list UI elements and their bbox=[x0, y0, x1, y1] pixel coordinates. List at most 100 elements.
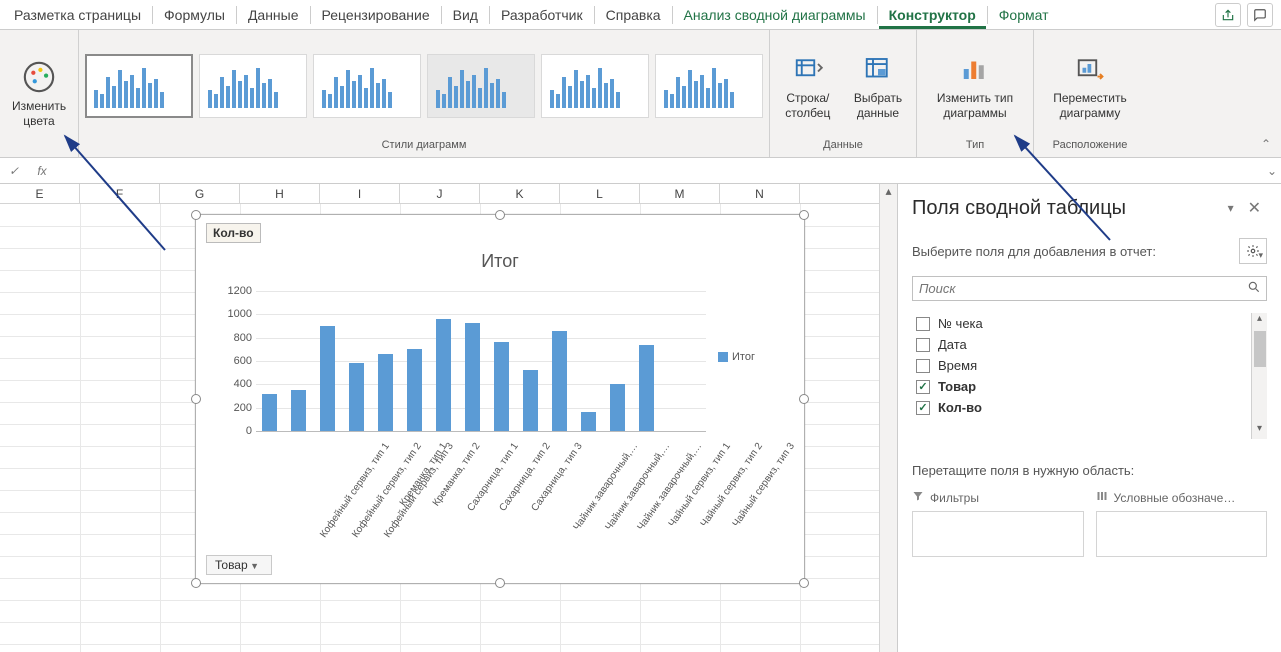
chart-style-3[interactable] bbox=[313, 54, 421, 118]
gear-icon bbox=[1246, 244, 1260, 258]
share-button[interactable] bbox=[1215, 3, 1241, 27]
bar[interactable] bbox=[378, 354, 393, 431]
scroll-down-icon[interactable]: ▾ bbox=[1257, 423, 1262, 439]
chart-style-5[interactable] bbox=[541, 54, 649, 118]
fields-search-input[interactable] bbox=[912, 276, 1267, 301]
sheet-area[interactable]: E F G H I J K L M N Кол-во Итог 1200 100… bbox=[0, 184, 879, 652]
tab-formulas[interactable]: Формулы bbox=[154, 1, 235, 29]
tab-view[interactable]: Вид bbox=[443, 1, 488, 29]
fx-label[interactable]: fx bbox=[28, 164, 56, 178]
x-axis-label: Чайный сервиз, тип 3 bbox=[730, 441, 796, 529]
col-header[interactable]: E bbox=[0, 184, 80, 203]
bar[interactable] bbox=[494, 342, 509, 431]
chart-style-1[interactable] bbox=[85, 54, 193, 118]
field-row[interactable]: Дата bbox=[912, 334, 1267, 355]
pane-close-button[interactable]: ✕ bbox=[1242, 196, 1267, 220]
chart-axis-field-button[interactable]: Товар bbox=[206, 555, 272, 575]
bar[interactable] bbox=[581, 412, 596, 431]
col-header[interactable]: F bbox=[80, 184, 160, 203]
chart-style-6[interactable] bbox=[655, 54, 763, 118]
bar[interactable] bbox=[552, 331, 567, 431]
tab-data[interactable]: Данные bbox=[238, 1, 309, 29]
change-colors-label: Изменить цвета bbox=[12, 99, 66, 128]
change-chart-type-button[interactable]: Изменить тип диаграммы bbox=[929, 47, 1021, 124]
formula-bar-expand[interactable]: ⌄ bbox=[1263, 164, 1281, 178]
col-header[interactable]: H bbox=[240, 184, 320, 203]
switch-row-column-button[interactable]: Строка/ столбец bbox=[776, 47, 840, 124]
column-headers: E F G H I J K L M N bbox=[0, 184, 879, 204]
ribbon-collapse-button[interactable]: ⌃ bbox=[1261, 137, 1271, 151]
x-axis-label: Чайный сервиз, тип 2 bbox=[698, 441, 764, 529]
pivot-chart[interactable]: Кол-во Итог 1200 1000 800 600 400 200 0 bbox=[195, 214, 805, 584]
filters-dropzone[interactable]: Фильтры bbox=[912, 490, 1084, 557]
field-row[interactable]: Кол-во bbox=[912, 397, 1267, 418]
columns-icon bbox=[1096, 490, 1108, 505]
field-row[interactable]: Товар bbox=[912, 376, 1267, 397]
chart-legend[interactable]: Итог bbox=[718, 351, 755, 363]
checkbox-icon[interactable] bbox=[916, 380, 930, 394]
col-header[interactable]: J bbox=[400, 184, 480, 203]
switch-rowcol-icon bbox=[793, 51, 823, 87]
change-colors-button[interactable]: Изменить цвета bbox=[4, 55, 74, 132]
checkbox-icon[interactable] bbox=[916, 317, 930, 331]
col-header[interactable]: I bbox=[320, 184, 400, 203]
checkbox-icon[interactable] bbox=[916, 359, 930, 373]
chart-title[interactable]: Итог bbox=[196, 251, 804, 272]
tab-page-layout[interactable]: Разметка страницы bbox=[4, 1, 151, 29]
scroll-up-icon[interactable]: ▴ bbox=[885, 184, 891, 202]
bar[interactable] bbox=[523, 370, 538, 431]
bar[interactable] bbox=[320, 326, 335, 431]
tab-analyze[interactable]: Анализ сводной диаграммы bbox=[674, 1, 876, 29]
col-header[interactable]: N bbox=[720, 184, 800, 203]
move-chart-button[interactable]: Переместить диаграмму bbox=[1045, 47, 1135, 124]
formula-input[interactable] bbox=[56, 161, 1263, 181]
tab-format[interactable]: Формат bbox=[989, 1, 1059, 29]
bar[interactable] bbox=[465, 323, 480, 432]
col-header[interactable]: G bbox=[160, 184, 240, 203]
formula-bar: ✓ fx ⌄ bbox=[0, 158, 1281, 184]
ribbon: Изменить цвета Стили диаграмм Строка/ ст… bbox=[0, 30, 1281, 158]
legend-dropzone[interactable]: Условные обозначе… bbox=[1096, 490, 1268, 557]
field-row[interactable]: № чека bbox=[912, 313, 1267, 334]
ribbon-tabs: Разметка страницы Формулы Данные Рецензи… bbox=[0, 0, 1281, 30]
bar[interactable] bbox=[407, 349, 422, 431]
bar[interactable] bbox=[349, 363, 364, 431]
select-data-button[interactable]: Выбрать данные bbox=[846, 47, 910, 124]
pivot-fields-pane: Поля сводной таблицы ▾ ✕ Выберите поля д… bbox=[897, 184, 1281, 652]
bar[interactable] bbox=[639, 345, 654, 431]
field-row[interactable]: Время bbox=[912, 355, 1267, 376]
bar[interactable] bbox=[436, 319, 451, 431]
bar[interactable] bbox=[610, 384, 625, 431]
checkbox-icon[interactable] bbox=[916, 401, 930, 415]
chart-style-4[interactable] bbox=[427, 54, 535, 118]
palette-icon bbox=[22, 59, 56, 95]
cancel-icon[interactable]: ✓ bbox=[0, 164, 28, 178]
col-header[interactable]: M bbox=[640, 184, 720, 203]
col-header[interactable]: K bbox=[480, 184, 560, 203]
checkbox-icon[interactable] bbox=[916, 338, 930, 352]
chart-styles-gallery[interactable] bbox=[85, 36, 763, 135]
legend-swatch-icon bbox=[718, 352, 728, 362]
x-axis-labels: Кофейный сервиз, тип 1Кофейный сервиз, т… bbox=[256, 435, 706, 555]
tab-developer[interactable]: Разработчик bbox=[491, 1, 593, 29]
tab-design[interactable]: Конструктор bbox=[879, 1, 986, 29]
pane-menu-button[interactable]: ▾ bbox=[1220, 199, 1242, 217]
chart-values-field-button[interactable]: Кол-во bbox=[206, 223, 261, 243]
tab-help[interactable]: Справка bbox=[596, 1, 671, 29]
fields-list[interactable]: № чека Дата Время Товар Кол-во ▴ ▾ bbox=[912, 313, 1267, 439]
col-header[interactable]: L bbox=[560, 184, 640, 203]
bar[interactable] bbox=[262, 394, 277, 431]
filter-icon bbox=[912, 490, 924, 505]
scrollbar-thumb[interactable] bbox=[1254, 331, 1266, 367]
sheet-vertical-scrollbar[interactable]: ▴ bbox=[879, 184, 897, 652]
bar[interactable] bbox=[291, 390, 306, 431]
fields-scrollbar[interactable]: ▴ ▾ bbox=[1251, 313, 1267, 439]
search-icon bbox=[1247, 280, 1261, 297]
scroll-up-icon[interactable]: ▴ bbox=[1257, 313, 1262, 329]
pane-hint: Выберите поля для добавления в отчет: bbox=[912, 244, 1239, 259]
chart-type-icon bbox=[960, 51, 990, 87]
chart-style-2[interactable] bbox=[199, 54, 307, 118]
pane-settings-button[interactable] bbox=[1239, 238, 1267, 264]
tab-review[interactable]: Рецензирование bbox=[312, 1, 440, 29]
comments-button[interactable] bbox=[1247, 3, 1273, 27]
